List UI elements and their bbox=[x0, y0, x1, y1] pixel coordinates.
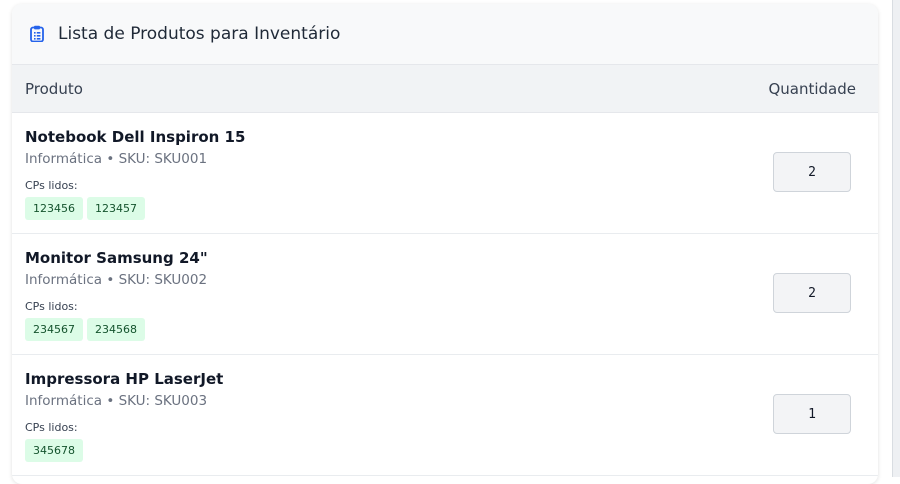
cp-tag: 234567 bbox=[25, 318, 83, 341]
cps-label: CPs lidos: bbox=[25, 179, 78, 192]
cp-tag: 234568 bbox=[87, 318, 145, 341]
card-title: Lista de Produtos para Inventário bbox=[58, 24, 341, 44]
quantity-field[interactable]: 2 bbox=[773, 273, 851, 313]
column-header-quantity: Quantidade bbox=[768, 79, 856, 98]
cps-label: CPs lidos: bbox=[25, 300, 78, 313]
product-meta: Informática • SKU: SKU002 bbox=[25, 272, 208, 288]
product-meta: Informática • SKU: SKU001 bbox=[25, 151, 208, 167]
inventory-product-list-card: Lista de Produtos para Inventário Produt… bbox=[12, 4, 878, 484]
cps-label: CPs lidos: bbox=[25, 421, 78, 434]
cps-tag-list: 234567 234568 bbox=[25, 318, 145, 341]
cp-tag: 123457 bbox=[87, 197, 145, 220]
column-header-product: Produto bbox=[25, 79, 83, 98]
cps-tag-list: 123456 123457 bbox=[25, 197, 145, 220]
table-header: Produto Quantidade bbox=[12, 65, 878, 113]
product-name: Monitor Samsung 24" bbox=[25, 249, 208, 267]
cp-tag: 345678 bbox=[25, 439, 83, 462]
product-name: Impressora HP LaserJet bbox=[25, 370, 224, 388]
cps-tag-list: 345678 bbox=[25, 439, 83, 462]
quantity-field[interactable]: 1 bbox=[773, 394, 851, 434]
page-scrollbar[interactable] bbox=[892, 0, 900, 477]
table-row: Monitor Samsung 24" Informática • SKU: S… bbox=[12, 234, 878, 355]
cp-tag: 123456 bbox=[25, 197, 83, 220]
table-row: Notebook Dell Inspiron 15 Informática • … bbox=[12, 113, 878, 234]
table-row: Impressora HP LaserJet Informática • SKU… bbox=[12, 355, 878, 476]
product-name: Notebook Dell Inspiron 15 bbox=[25, 128, 246, 146]
quantity-field[interactable]: 2 bbox=[773, 152, 851, 192]
product-meta: Informática • SKU: SKU003 bbox=[25, 393, 208, 409]
clipboard-list-icon bbox=[30, 25, 46, 43]
card-header: Lista de Produtos para Inventário bbox=[12, 4, 878, 65]
